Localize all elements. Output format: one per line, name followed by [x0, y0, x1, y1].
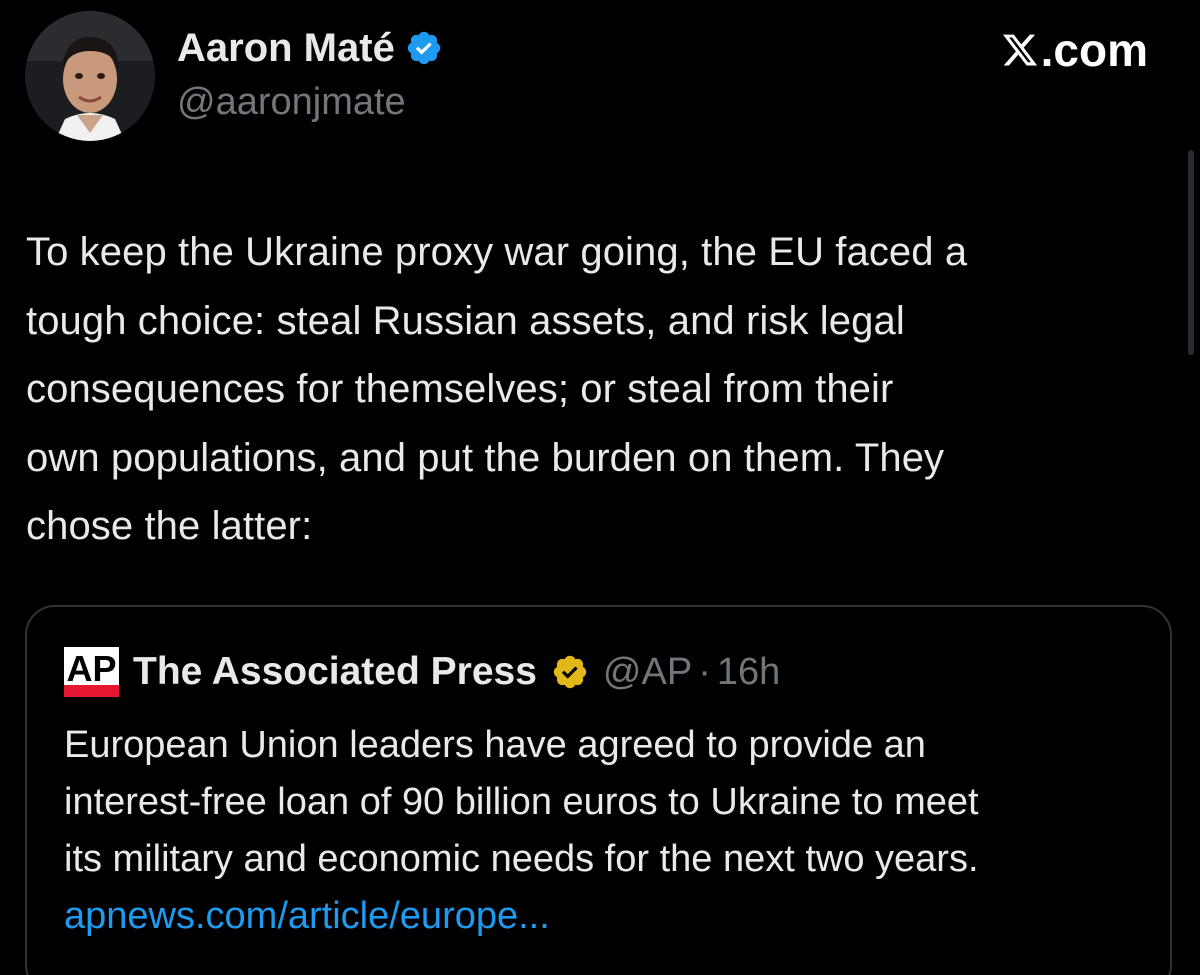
- brand: .com: [1001, 22, 1148, 78]
- quoted-handle[interactable]: @AP: [603, 651, 692, 694]
- author-name-row: Aaron Maté: [177, 24, 443, 72]
- avatar-photo: [25, 11, 155, 141]
- ap-logo-icon[interactable]: AP: [64, 647, 119, 697]
- quoted-text-line: European Union leaders have agreed to pr…: [64, 724, 926, 766]
- author-handle[interactable]: @aaronjmate: [177, 78, 406, 126]
- verified-badge-icon: [407, 31, 441, 65]
- article-link[interactable]: apnews.com/article/europe...: [64, 888, 1154, 945]
- separator-dot: ·: [698, 650, 711, 693]
- brand-domain-label: .com: [1040, 24, 1148, 76]
- tweet-text-line: chose the latter:: [26, 504, 313, 548]
- tweet-text-line: tough choice: steal Russian assets, and …: [26, 298, 905, 343]
- quoted-tweet-text: European Union leaders have agreed to pr…: [64, 717, 1154, 945]
- ap-logo-text: AP: [66, 648, 116, 689]
- quoted-tweet-header: AP The Associated Press @AP · 16h: [64, 647, 780, 697]
- quoted-display-name[interactable]: The Associated Press: [133, 650, 537, 694]
- author-display-name[interactable]: Aaron Maté: [177, 24, 395, 72]
- quoted-text-line: its military and economic needs for the …: [64, 838, 979, 880]
- tweet-text: To keep the Ukraine proxy war going, the…: [26, 218, 1176, 561]
- quoted-tweet-card[interactable]: AP The Associated Press @AP · 16h Europe…: [25, 605, 1172, 975]
- quoted-text-line: interest-free loan of 90 billion euros t…: [64, 781, 979, 823]
- x-logo-icon: [1002, 34, 1037, 66]
- tweet-text-line: own populations, and put the burden on t…: [26, 435, 945, 480]
- avatar[interactable]: [25, 11, 155, 141]
- gold-verified-badge-icon: [553, 655, 587, 689]
- quoted-timestamp[interactable]: 16h: [717, 651, 780, 694]
- tweet-text-line: consequences for themselves; or steal fr…: [26, 367, 894, 411]
- scrollbar[interactable]: [1188, 150, 1194, 355]
- tweet-text-line: To keep the Ukraine proxy war going, the…: [26, 230, 968, 274]
